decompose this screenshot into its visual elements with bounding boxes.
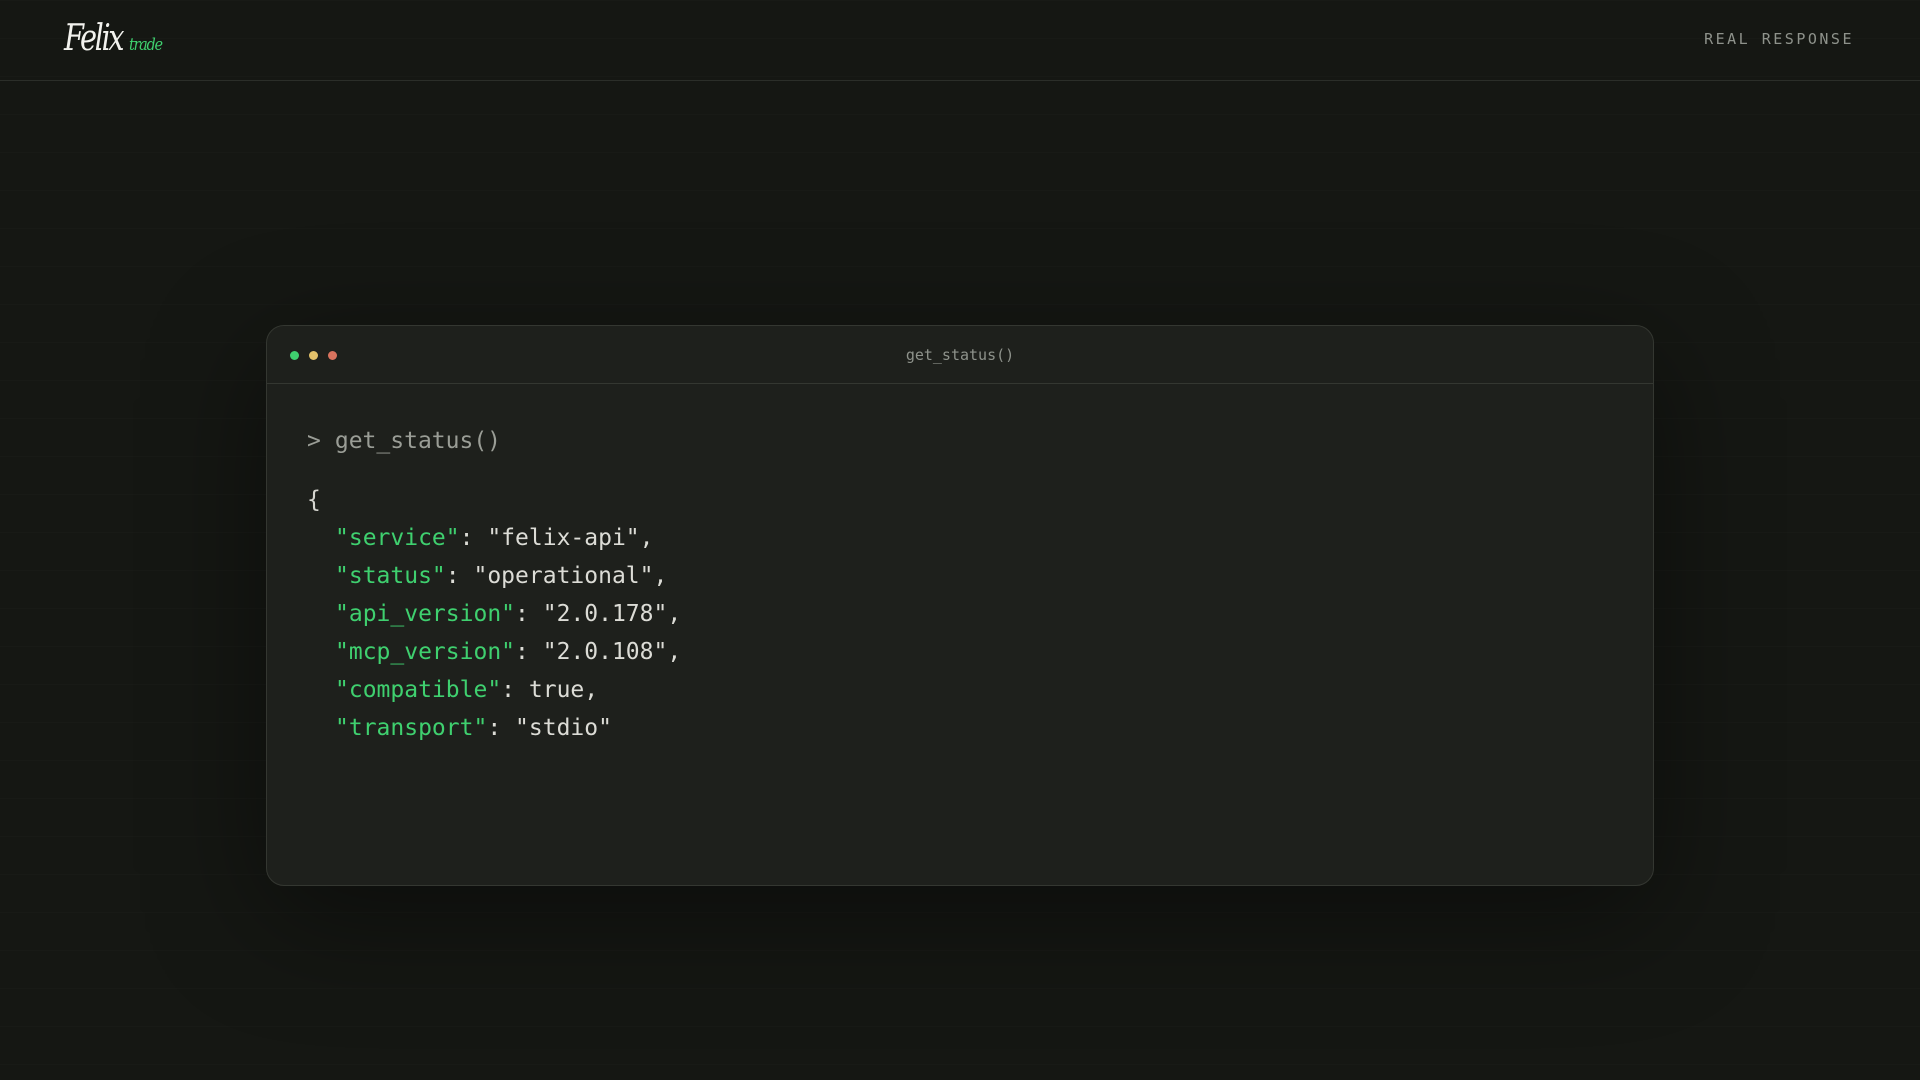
top-bar: Felix trade REAL RESPONSE xyxy=(0,0,1920,81)
json-line: "service": "felix-api", xyxy=(307,519,681,557)
prompt-symbol: > xyxy=(307,428,321,454)
json-key: "api_version" xyxy=(335,601,516,627)
json-key: "status" xyxy=(335,563,446,589)
json-key: "transport" xyxy=(335,715,488,741)
json-key: "compatible" xyxy=(335,677,502,703)
json-line: "api_version": "2.0.178", xyxy=(307,595,681,633)
page: Felix trade REAL RESPONSE get_status() >… xyxy=(0,0,1920,1080)
terminal-window: get_status() > get_status() { "service": … xyxy=(266,325,1654,886)
json-line: "compatible": true, xyxy=(307,671,681,709)
terminal-header: get_status() xyxy=(267,326,1653,384)
json-separator: : xyxy=(515,601,543,627)
command-text: get_status() xyxy=(334,428,502,454)
real-response-label: REAL RESPONSE xyxy=(1704,30,1854,48)
json-line: "transport": "stdio" xyxy=(307,709,681,747)
logo-sub-text: trade xyxy=(129,35,163,55)
terminal-body: > get_status() { "service": "felix-api", "… xyxy=(307,422,681,747)
json-separator: : xyxy=(445,563,474,589)
json-key: "service" xyxy=(335,525,460,551)
json-separator: : xyxy=(515,639,543,665)
json-key: "mcp_version" xyxy=(335,639,516,665)
json-value: "stdio" xyxy=(515,715,612,741)
json-value: "2.0.178", xyxy=(542,601,682,627)
json-output: "service": "felix-api", "status": "operat… xyxy=(307,519,681,747)
felix-trade-logo[interactable]: Felix trade xyxy=(64,18,168,59)
json-open-brace: { xyxy=(307,487,321,513)
json-separator: : xyxy=(459,525,488,551)
json-line: "status": "operational", xyxy=(307,557,681,595)
logo-main-text: Felix xyxy=(64,18,125,59)
json-value: "operational", xyxy=(473,563,668,589)
json-value: true, xyxy=(528,677,599,703)
terminal-title: get_status() xyxy=(905,346,1015,364)
json-value: "felix-api", xyxy=(487,525,654,551)
json-separator: : xyxy=(487,715,516,741)
command-line: > get_status() xyxy=(307,422,681,460)
json-value: "2.0.108", xyxy=(542,639,682,665)
json-line: "mcp_version": "2.0.108", xyxy=(307,633,681,671)
json-separator: : xyxy=(501,677,529,703)
